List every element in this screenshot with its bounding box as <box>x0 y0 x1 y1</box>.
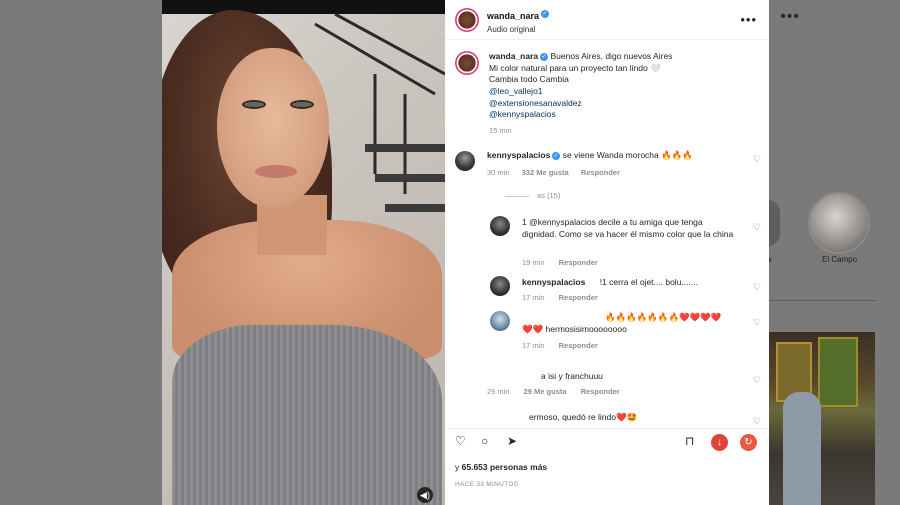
like-comment-heart-icon[interactable]: ♡ <box>753 222 761 233</box>
post-time-ago: HACE 33 MINUTOS <box>455 481 519 488</box>
reply-likes[interactable]: 29 Me gusta <box>524 387 567 396</box>
reply-text: a isi y franchuuu <box>541 371 603 381</box>
comment-text: se viene Wanda morocha 🔥🔥🔥 <box>562 150 693 161</box>
reply-avatar[interactable] <box>490 276 510 296</box>
face <box>217 48 329 208</box>
caption-line-2: Mi color natural para un proyecto tan li… <box>489 62 661 73</box>
background-highlight-el-campo <box>808 192 870 254</box>
reply-time: 19 min <box>522 258 545 267</box>
post-media-video[interactable]: ◀︎) <box>162 0 445 505</box>
reply-text-line-2: ❤️❤️ hermosisimoooooooo <box>522 324 627 334</box>
audio-original-link[interactable]: Audio original <box>487 25 549 35</box>
background-more-icon: ••• <box>780 8 800 25</box>
comment-likes[interactable]: 332 Me gusta <box>522 168 569 177</box>
comments-scroll-area[interactable]: wanda_nara ✓ Buenos Aires, digo nuevos Ai… <box>445 41 769 426</box>
commenter-avatar[interactable] <box>455 151 475 172</box>
media-top-bar <box>162 0 445 14</box>
reply-avatar[interactable] <box>490 216 510 236</box>
post-header: wanda_nara ✓ Audio original ••• <box>445 0 769 40</box>
reply-button[interactable]: Responder <box>559 293 598 302</box>
reply-username[interactable]: kennyspalacios <box>522 277 585 287</box>
right-eye <box>290 100 314 109</box>
post-details-panel: wanda_nara ✓ Audio original ••• wanda_nar… <box>445 0 769 505</box>
like-comment-heart-icon[interactable]: ♡ <box>753 154 761 165</box>
download-extension-icon[interactable]: ↓ <box>711 434 728 451</box>
commenter-username[interactable]: kennyspalacios <box>487 150 550 160</box>
background-highlight-2 <box>768 200 780 246</box>
background-highlight-label: El Campo <box>822 255 858 264</box>
post-caption: wanda_nara ✓ Buenos Aires, digo nuevos Ai… <box>445 41 769 136</box>
reply-button[interactable]: Responder <box>581 168 620 177</box>
reply-button[interactable]: Responder <box>559 341 598 350</box>
reply-button[interactable]: Responder <box>581 387 620 396</box>
left-eye <box>242 100 266 109</box>
grey-dress <box>172 325 442 505</box>
likes-count: 65.653 personas más <box>461 462 548 472</box>
reply-time: 17 min <box>522 341 545 350</box>
reply-text: 1 @kennyspalacios decile a tu amiga que … <box>522 217 734 239</box>
like-comment-heart-icon[interactable]: ♡ <box>753 317 761 328</box>
more-options-icon[interactable]: ••• <box>740 12 757 27</box>
likes-summary[interactable]: y 65.653 personas más <box>455 462 547 472</box>
reply-button[interactable]: Responder <box>559 258 598 267</box>
reply-avatar[interactable] <box>490 311 510 331</box>
reply-text: !1 cerra el ojet.... bolu....... <box>599 277 698 287</box>
caption-time: 15 min <box>489 125 512 135</box>
author-username[interactable]: wanda_nara <box>487 11 539 21</box>
save-bookmark-icon[interactable]: ⊓ <box>685 434 694 448</box>
caption-line-3: Cambia todo Cambia <box>489 74 569 85</box>
view-replies-button[interactable]: as (15) <box>505 191 560 200</box>
lips <box>255 165 297 178</box>
likes-prefix: y <box>455 462 460 472</box>
mention-link[interactable]: @kennyspalacios <box>489 109 672 121</box>
caption-line-1: Buenos Aires, digo nuevos Aires <box>550 51 673 61</box>
like-heart-icon[interactable]: ♡ <box>455 434 466 448</box>
background-divider <box>768 300 876 301</box>
mention-link[interactable]: @extensionesanavaldez <box>489 98 672 110</box>
slot-machine-2 <box>818 337 858 407</box>
view-replies-label: as (15) <box>537 191 561 200</box>
like-comment-heart-icon[interactable]: ♡ <box>753 375 761 386</box>
replies-line <box>505 195 529 197</box>
caption-username[interactable]: wanda_nara <box>489 51 538 61</box>
share-icon[interactable]: ➤ <box>507 434 517 448</box>
refresh-extension-icon[interactable]: ↻ <box>740 434 757 451</box>
reply-text-line-1: 🔥🔥🔥🔥🔥🔥🔥❤️❤️❤️❤️ <box>605 312 722 322</box>
post-actions-bar: ♡ ○ ➤ ⊓ ↓ ↻ <box>445 428 769 454</box>
caption-avatar[interactable] <box>455 51 479 75</box>
verified-badge-icon: ✓ <box>541 10 550 19</box>
like-comment-heart-icon[interactable]: ♡ <box>753 416 761 426</box>
reply-time: 17 min <box>522 293 545 302</box>
comment-icon[interactable]: ○ <box>481 434 488 448</box>
verified-badge-icon: ✓ <box>540 52 549 61</box>
like-comment-heart-icon[interactable]: ♡ <box>753 282 761 293</box>
audio-toggle-icon[interactable]: ◀︎) <box>417 487 433 503</box>
verified-badge-icon: ✓ <box>552 151 561 160</box>
reply-text: ermoso, quedó re lindo❤️🤩 <box>529 412 638 422</box>
mention-link[interactable]: @leo_vallejo1 <box>489 86 672 98</box>
reply-time: 29 min <box>487 387 510 396</box>
comment-time: 30 min <box>487 167 510 177</box>
background-post-thumbnail <box>768 332 875 505</box>
post-modal: ◀︎) wanda_nara ✓ Audio original ••• wanda… <box>162 0 769 505</box>
person-figure <box>783 392 821 505</box>
comment: kennyspalacios ✓ se viene Wanda morocha 🔥… <box>445 150 769 178</box>
author-avatar[interactable] <box>455 7 479 32</box>
